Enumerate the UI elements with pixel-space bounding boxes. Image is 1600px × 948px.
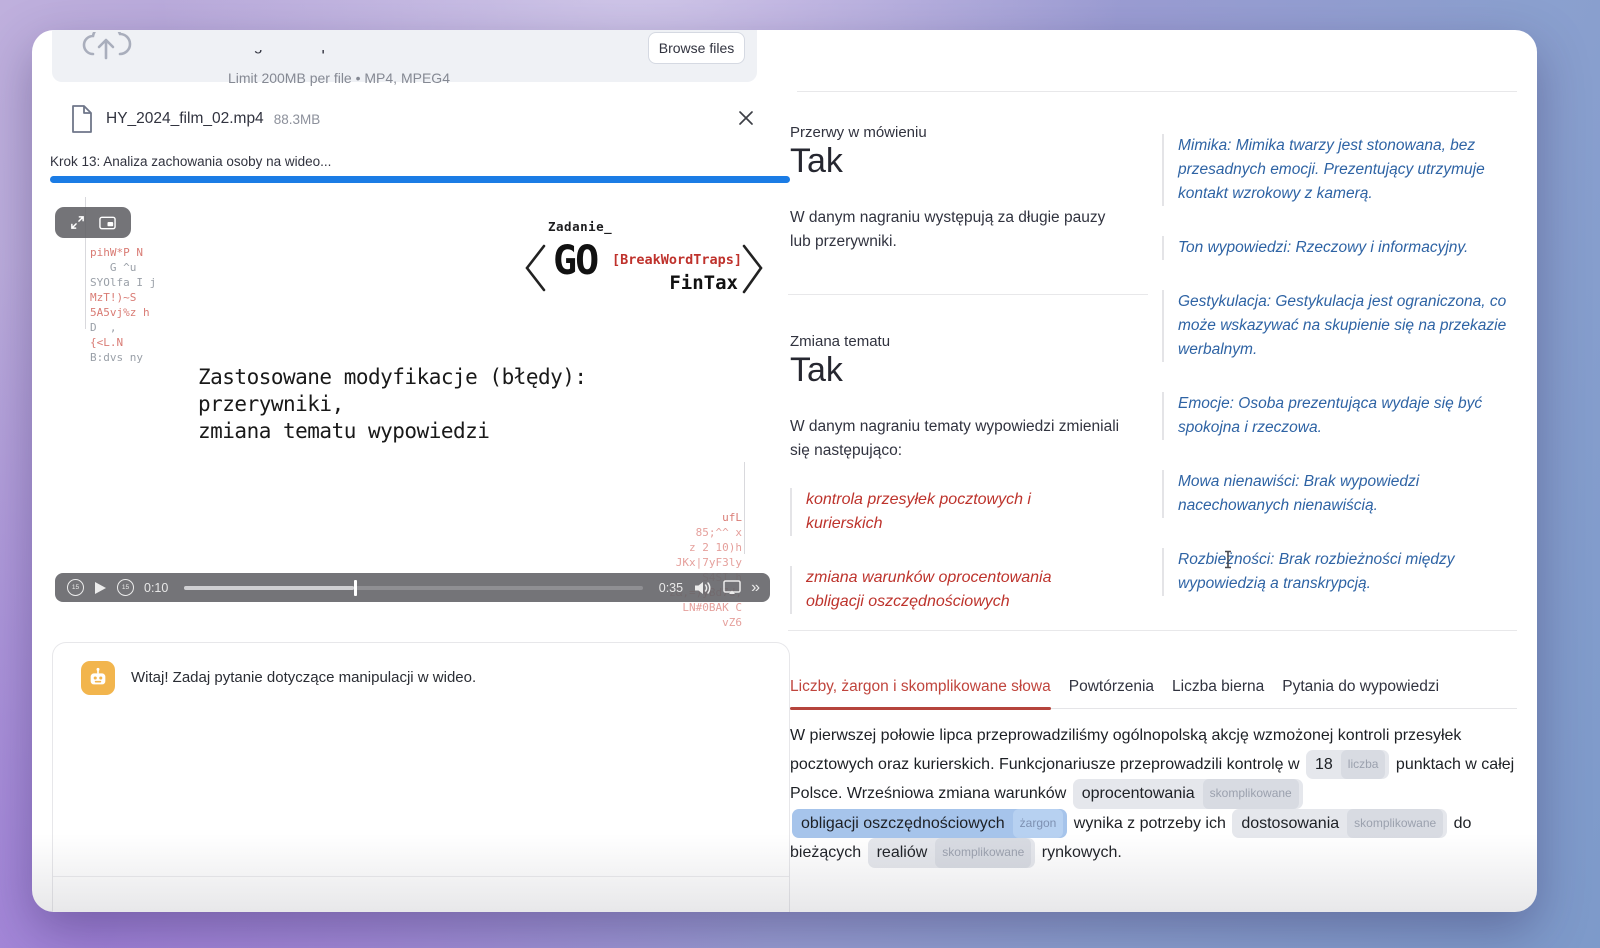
glitch-line: D , (90, 320, 156, 335)
section-label-topic-change: Zmiana tematu (790, 333, 890, 350)
glitch-line: 85;^^ x (592, 525, 742, 540)
behavior-note: Ton wypowiedzi: Rzeczowy i informacyjny. (1162, 236, 1518, 260)
token-word: obligacji oszczędnościowych (801, 810, 1005, 838)
forward-15-icon[interactable]: 15 (117, 579, 134, 596)
file-icon (70, 104, 94, 134)
glitch-divider-right (744, 462, 745, 554)
tab[interactable]: Liczby, żargon i skomplikowane słowa (790, 678, 1051, 696)
logo-go-text: GO (553, 238, 597, 284)
video-player[interactable]: pihW*P N G ^uSYOlfa I jMzT!)~S5A5vj%z hD… (50, 192, 777, 612)
remove-file-icon[interactable] (736, 108, 756, 128)
assistant-welcome-message: Witaj! Zadaj pytanie dotyczące manipulac… (131, 669, 476, 686)
glitch-line: G ^u (90, 260, 156, 275)
glitch-line: SYOlfa I j (90, 275, 156, 290)
section-label-pauses: Przerwy w mówieniu (790, 124, 927, 141)
breakwordtraps-logo: GO [BreakWordTraps] FinTax (510, 232, 760, 302)
glitch-text-right: ufL85;^^ xz 2 10)hJKx|7yF3lyS4SI hz&,=)y… (592, 465, 742, 630)
token-word: 18 (1315, 751, 1333, 779)
video-overlay-caption: Zastosowane modyfikacje (błędy): przeryw… (198, 364, 587, 445)
behavior-note: Rozbieżności: Brak rozbieżności między w… (1162, 548, 1518, 596)
assistant-avatar (81, 661, 115, 695)
logo-right-angle-icon (742, 240, 764, 296)
text-cursor-pointer (1222, 550, 1234, 569)
glitch-line: pihW*P N (90, 245, 156, 260)
highlight-token[interactable]: realiówskomplikowane (868, 838, 1036, 868)
behavior-note: Mimika: Mimika twarzy jest stonowana, be… (1162, 134, 1518, 206)
dropzone-title-clipped: Drag and drop file here (228, 50, 528, 68)
chat-panel: Witaj! Zadaj pytanie dotyczące manipulac… (52, 642, 790, 912)
video-overlay-controls[interactable] (55, 207, 131, 238)
behavior-note: Mowa nienawiści: Brak wypowiedzi nacecho… (1162, 470, 1518, 518)
file-size: 88.3MB (274, 112, 321, 127)
tab[interactable]: Pytania do wypowiedzi (1282, 678, 1439, 696)
play-icon[interactable] (94, 581, 107, 595)
uploaded-file-row: HY_2024_film_02.mp4 88.3MB (70, 102, 760, 136)
divider (788, 630, 1517, 631)
playhead[interactable] (354, 580, 357, 596)
glitch-line: 5A5vj%z h (90, 305, 156, 320)
glitch-line: {<L.N (90, 335, 156, 350)
divider (788, 294, 1148, 295)
volume-icon[interactable] (693, 580, 713, 596)
glitch-line: vZ6 (592, 615, 742, 630)
transcript-paragraph: W pierwszej połowie lipca przeprowadzili… (790, 722, 1517, 868)
behavior-note: Emocje: Osoba prezentująca wydaje się by… (1162, 392, 1518, 440)
rewind-15-icon[interactable]: 15 (67, 579, 84, 596)
section-value-topic-change: Tak (790, 351, 843, 390)
highlight-token[interactable]: 18 liczba (1306, 750, 1389, 780)
highlight-token[interactable]: oprocentowania skomplikowane (1073, 779, 1303, 809)
fullscreen-icon[interactable] (70, 215, 85, 230)
seek-bar[interactable] (184, 586, 642, 590)
glitch-line: ufL (592, 510, 742, 525)
behavior-notes-list: Mimika: Mimika twarzy jest stonowana, be… (1162, 134, 1518, 596)
app-window: Drag and drop file here Limit 200MB per … (32, 30, 1537, 912)
token-tag-badge: skomplikowane (935, 838, 1031, 868)
token-tag-badge: liczba (1341, 750, 1386, 780)
divider (797, 91, 1517, 92)
total-time: 0:35 (659, 581, 683, 595)
pip-icon[interactable] (99, 216, 116, 230)
upload-limit-text: Limit 200MB per file • MP4, MPEG4 (228, 70, 450, 86)
token-tag-badge: skomplikowane (1203, 779, 1299, 809)
topic-item: kontrola przesyłek pocztowych i kuriersk… (790, 488, 1110, 536)
analysis-tabs: Liczby, żargon i skomplikowane słowa Powt… (790, 678, 1517, 709)
topic-item: zmiana warunków oprocentowania obligacji… (790, 566, 1110, 614)
robot-icon (87, 667, 109, 689)
section-value-pauses: Tak (790, 142, 843, 181)
chat-input-divider (53, 876, 789, 877)
highlight-token[interactable]: obligacji oszczędnościowych żargon (792, 809, 1067, 839)
glitch-line: JKx|7yF3ly (592, 555, 742, 570)
browse-files-button[interactable]: Browse files (648, 32, 745, 64)
tab[interactable]: Liczba bierna (1172, 678, 1264, 696)
glitch-line: LN#0BAK C (592, 600, 742, 615)
glitch-line: MzT!)~S (90, 290, 156, 305)
file-name: HY_2024_film_02.mp4 (106, 110, 264, 128)
file-dropzone[interactable]: Drag and drop file here Limit 200MB per … (52, 30, 757, 82)
current-time: 0:10 (144, 581, 168, 595)
token-word: oprocentowania (1082, 780, 1195, 808)
tab[interactable]: Powtórzenia (1069, 678, 1154, 696)
token-tag-badge: skomplikowane (1347, 809, 1443, 839)
logo-fintax-text: FinTax (645, 272, 738, 294)
section-desc-topic-change: W danym nagraniu tematy wypowiedzi zmien… (790, 415, 1120, 463)
upload-cloud-icon (80, 32, 132, 72)
token-word: realiów (877, 839, 928, 867)
token-word: dostosowania (1241, 810, 1339, 838)
seek-bar-played (184, 586, 354, 590)
logo-bracket-text: [BreakWordTraps] (612, 252, 742, 268)
behavior-note: Gestykulacja: Gestykulacja jest ogranicz… (1162, 290, 1518, 362)
video-controls-bar: 15 15 0:10 0:35 » (55, 573, 770, 602)
cast-icon[interactable] (723, 580, 741, 595)
progress-step-label: Krok 13: Analiza zachowania osoby na wid… (50, 154, 331, 169)
topic-list: kontrola przesyłek pocztowych i kuriersk… (790, 488, 1110, 614)
token-tag-badge: żargon (1013, 809, 1064, 839)
logo-left-angle-icon (524, 242, 546, 294)
glitch-line: B:dvs ny (90, 350, 156, 365)
playback-speed-icon[interactable]: » (751, 579, 758, 597)
highlight-token[interactable]: dostosowania skomplikowane (1232, 809, 1447, 839)
analysis-progress-bar (50, 176, 790, 183)
glitch-line: z 2 10)h (592, 540, 742, 555)
section-desc-pauses: W danym nagraniu występują za długie pau… (790, 206, 1120, 254)
analysis-progress-fill (50, 176, 790, 183)
